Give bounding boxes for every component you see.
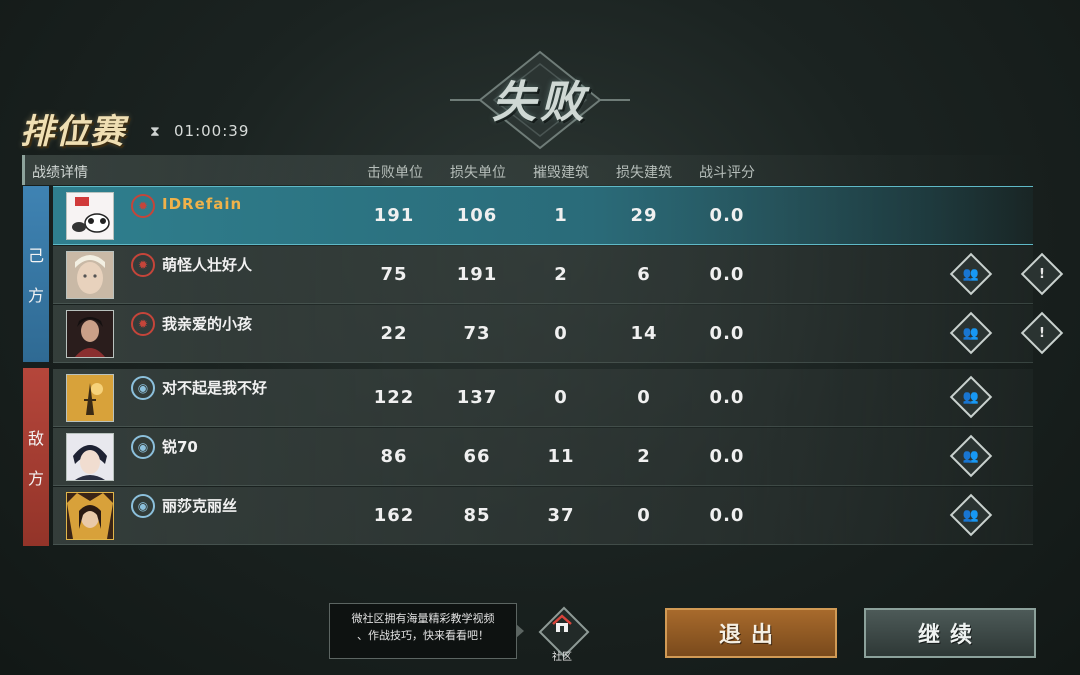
column-header-buildings-destroyed: 摧毁建筑 xyxy=(533,165,589,181)
home-icon xyxy=(552,614,572,632)
player-name: 萌怪人壮好人 xyxy=(162,256,253,274)
stat-buildings-lost: 0 xyxy=(637,505,651,526)
community-tip-line-1: 微社区拥有海量精彩教学视频 xyxy=(351,612,495,625)
stat-buildings-lost: 6 xyxy=(637,264,651,285)
avatar[interactable] xyxy=(66,433,114,481)
stat-battle-score: 0.0 xyxy=(709,264,745,285)
player-name: 丽莎克丽丝 xyxy=(162,497,238,515)
faction-icon: ◉ xyxy=(131,494,155,518)
stat-losses: 137 xyxy=(456,387,498,408)
community-label: 社区 xyxy=(552,652,572,663)
add-friend-button[interactable]: 👥 xyxy=(949,311,993,355)
faction-icon: ✹ xyxy=(131,194,155,218)
exit-button[interactable]: 退出 xyxy=(665,608,837,658)
stat-kills: 75 xyxy=(380,264,408,285)
stat-kills: 191 xyxy=(373,205,415,226)
column-header-battle-score: 战斗评分 xyxy=(699,165,755,181)
player-name: IDRefain xyxy=(162,195,243,213)
add-friend-button[interactable]: 👥 xyxy=(949,493,993,537)
alert-icon: ! xyxy=(1039,266,1045,282)
own-team-char-2: 方 xyxy=(27,286,44,305)
stat-kills: 122 xyxy=(373,387,415,408)
stat-kills: 22 xyxy=(380,323,408,344)
stat-battle-score: 0.0 xyxy=(709,505,745,526)
enemy-team-char-1: 敌 xyxy=(27,429,44,448)
player-row[interactable]: ◉ 对不起是我不好 122 137 0 0 0.0 👥 xyxy=(53,369,1033,427)
match-timer: 01:00:39 xyxy=(174,122,250,140)
stat-buildings-destroyed: 0 xyxy=(554,387,568,408)
stat-losses: 66 xyxy=(463,446,491,467)
stat-buildings-lost: 0 xyxy=(637,387,651,408)
add-friend-button[interactable]: 👥 xyxy=(949,375,993,419)
community-tip-line-2: 、作战技巧，快来看看吧！ xyxy=(357,629,489,642)
stat-buildings-destroyed: 11 xyxy=(547,446,575,467)
column-header-losses: 损失单位 xyxy=(450,165,506,181)
continue-button[interactable]: 继续 xyxy=(864,608,1036,658)
avatar[interactable] xyxy=(66,374,114,422)
avatar[interactable] xyxy=(66,310,114,358)
stat-losses: 85 xyxy=(463,505,491,526)
faction-icon: ✹ xyxy=(131,312,155,336)
stat-buildings-destroyed: 2 xyxy=(554,264,568,285)
report-button[interactable]: ! xyxy=(1020,252,1064,296)
stat-battle-score: 0.0 xyxy=(709,387,745,408)
stat-kills: 86 xyxy=(380,446,408,467)
stat-buildings-destroyed: 37 xyxy=(547,505,575,526)
community-tip: 微社区拥有海量精彩教学视频 、作战技巧，快来看看吧！ xyxy=(329,603,517,659)
avatar[interactable] xyxy=(66,251,114,299)
own-team-char-1: 己 xyxy=(27,246,44,265)
add-friend-icon: 👥 xyxy=(962,325,980,341)
avatar[interactable] xyxy=(66,192,114,240)
add-friend-button[interactable]: 👥 xyxy=(949,252,993,296)
stat-kills: 162 xyxy=(373,505,415,526)
stat-battle-score: 0.0 xyxy=(709,446,745,467)
faction-icon: ✹ xyxy=(131,253,155,277)
stat-losses: 73 xyxy=(463,323,491,344)
stat-battle-score: 0.0 xyxy=(709,205,745,226)
faction-icon: ◉ xyxy=(131,435,155,459)
report-button[interactable]: ! xyxy=(1020,311,1064,355)
hourglass-icon: ⧗ xyxy=(150,124,160,140)
add-friend-icon: 👥 xyxy=(962,266,980,282)
stat-buildings-lost: 29 xyxy=(630,205,658,226)
stat-buildings-destroyed: 1 xyxy=(554,205,568,226)
stat-buildings-destroyed: 0 xyxy=(554,323,568,344)
add-friend-button[interactable]: 👥 xyxy=(949,434,993,478)
enemy-team-char-2: 方 xyxy=(27,469,44,488)
avatar[interactable] xyxy=(66,492,114,540)
community-button[interactable] xyxy=(538,606,590,658)
stats-header-label: 战绩详情 xyxy=(32,165,88,181)
player-name: 对不起是我不好 xyxy=(162,379,268,397)
add-friend-icon: 👥 xyxy=(962,507,980,523)
enemy-team-label: 敌 方 xyxy=(23,368,49,546)
player-row[interactable]: ✹ 我亲爱的小孩 22 73 0 14 0.0 👥 ! xyxy=(53,305,1064,363)
stat-buildings-lost: 14 xyxy=(630,323,658,344)
alert-icon: ! xyxy=(1039,325,1045,341)
stat-buildings-lost: 2 xyxy=(637,446,651,467)
player-row[interactable]: ◉ 锐70 86 66 11 2 0.0 👥 xyxy=(53,428,1033,486)
tip-arrow xyxy=(516,624,524,638)
player-row[interactable]: ✹ 萌怪人壮好人 75 191 2 6 0.0 👥 ! xyxy=(53,246,1064,304)
stat-losses: 191 xyxy=(456,264,498,285)
mode-title: 排位赛 xyxy=(20,112,125,152)
player-name: 我亲爱的小孩 xyxy=(162,315,253,333)
column-header-kills: 击败单位 xyxy=(367,165,423,181)
player-row[interactable]: ✹ IDRefain 191 106 1 29 0.0 xyxy=(53,186,1033,245)
result-title: 失败 xyxy=(492,77,588,128)
own-team-label: 己 方 xyxy=(23,186,49,362)
stat-losses: 106 xyxy=(456,205,498,226)
player-name: 锐70 xyxy=(162,438,198,456)
player-row[interactable]: ◉ 丽莎克丽丝 162 85 37 0 0.0 👥 xyxy=(53,487,1033,545)
add-friend-icon: 👥 xyxy=(962,448,980,464)
column-header-buildings-lost: 损失建筑 xyxy=(616,165,672,181)
add-friend-icon: 👥 xyxy=(962,389,980,405)
faction-icon: ◉ xyxy=(131,376,155,400)
stat-battle-score: 0.0 xyxy=(709,323,745,344)
